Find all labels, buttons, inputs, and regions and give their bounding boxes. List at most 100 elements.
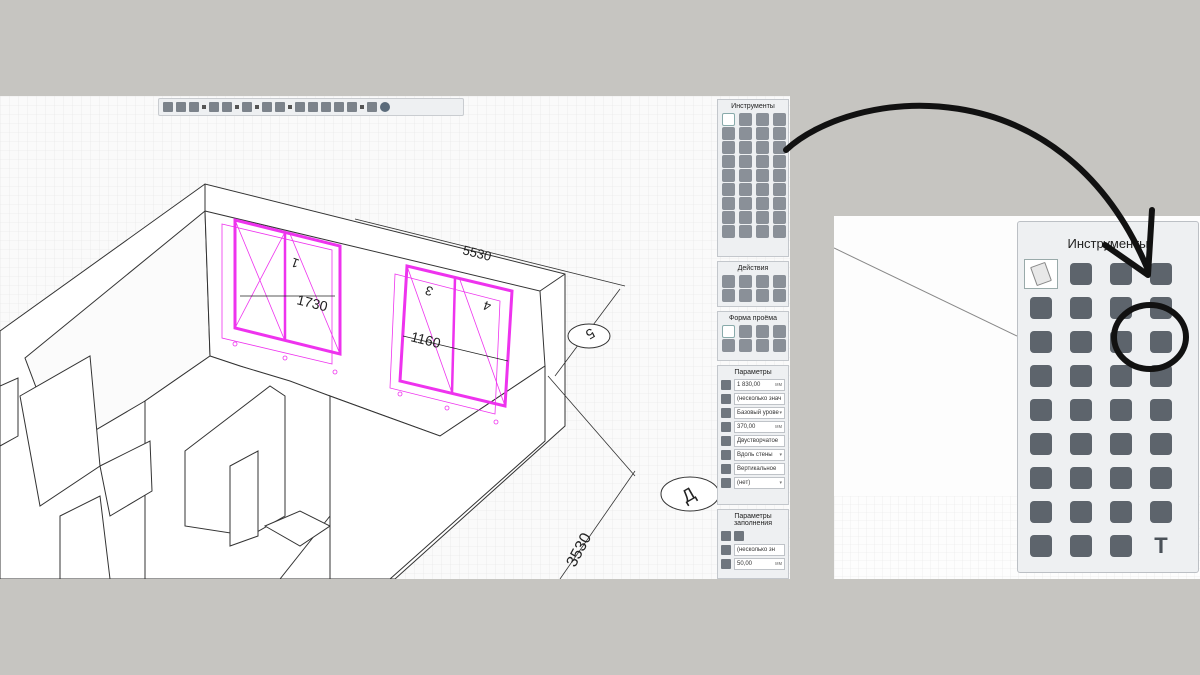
select-tool-icon[interactable]	[722, 113, 735, 126]
select-tool-icon[interactable]	[1024, 259, 1058, 289]
shape-icon[interactable]	[722, 339, 735, 352]
shape-icon[interactable]	[739, 339, 752, 352]
tool-icon[interactable]	[756, 155, 769, 168]
3d-view-icon[interactable]	[347, 102, 357, 112]
tool-icon[interactable]	[1024, 361, 1058, 391]
tool-icon[interactable]	[1024, 293, 1058, 323]
save-icon[interactable]	[222, 102, 232, 112]
tool-icon[interactable]	[1064, 361, 1098, 391]
print-icon[interactable]	[262, 102, 272, 112]
tool-icon[interactable]	[1064, 497, 1098, 527]
base-level-select[interactable]: Базовый урове ▾	[734, 406, 785, 419]
tool-icon[interactable]	[722, 169, 735, 182]
tool-icon[interactable]	[756, 225, 769, 238]
action-icon[interactable]	[773, 275, 786, 288]
axis-bubble-d[interactable]: Д	[660, 476, 720, 512]
tool-icon[interactable]	[1104, 429, 1138, 459]
tool-icon[interactable]	[756, 183, 769, 196]
tool-icon[interactable]	[1104, 293, 1138, 323]
tool-icon[interactable]	[722, 183, 735, 196]
tool-icon[interactable]	[1064, 293, 1098, 323]
paste-icon[interactable]	[321, 102, 331, 112]
tool-icon[interactable]	[1104, 327, 1138, 357]
tool-icon[interactable]	[1024, 497, 1058, 527]
offset-field[interactable]: 370,00 мм	[734, 420, 785, 433]
redo-icon[interactable]	[176, 102, 186, 112]
shape-icon[interactable]	[773, 325, 786, 338]
thickness-field[interactable]: 50,00 мм	[734, 557, 785, 570]
type-select[interactable]: Двустворчатое	[734, 434, 785, 447]
tool-icon[interactable]	[773, 127, 786, 140]
tool-icon[interactable]	[1064, 531, 1098, 561]
layers-icon[interactable]	[334, 102, 344, 112]
open-folder-icon[interactable]	[209, 102, 219, 112]
tool-icon[interactable]	[1064, 327, 1098, 357]
tool-icon[interactable]	[722, 141, 735, 154]
dropdown-arrow-icon[interactable]	[288, 105, 292, 109]
tool-icon[interactable]	[722, 155, 735, 168]
tool-icon[interactable]	[1104, 361, 1138, 391]
copy-icon[interactable]	[308, 102, 318, 112]
tool-icon[interactable]	[756, 113, 769, 126]
fill-name-select[interactable]: (несколько зн	[734, 543, 785, 556]
action-icon[interactable]	[756, 275, 769, 288]
extra-select[interactable]: (нет) ▾	[734, 476, 785, 489]
tool-icon[interactable]	[722, 197, 735, 210]
tool-icon[interactable]	[1024, 429, 1058, 459]
placement-select[interactable]: Вдоль стены ▾	[734, 448, 785, 461]
shape-icon[interactable]	[756, 339, 769, 352]
action-icon[interactable]	[722, 289, 735, 302]
tool-icon[interactable]	[739, 127, 752, 140]
tool-icon[interactable]	[1104, 497, 1138, 527]
export-icon[interactable]	[242, 102, 252, 112]
shape-icon[interactable]	[756, 325, 769, 338]
window-tool-icon[interactable]	[1144, 327, 1178, 357]
dropdown-arrow-icon[interactable]	[235, 105, 239, 109]
circle-shape-icon[interactable]	[773, 339, 786, 352]
tool-icon[interactable]	[773, 155, 786, 168]
tool-icon[interactable]	[1064, 429, 1098, 459]
tool-icon[interactable]	[739, 183, 752, 196]
window-tool-icon[interactable]	[773, 141, 786, 154]
tool-icon[interactable]	[1024, 395, 1058, 425]
tool-icon[interactable]	[756, 197, 769, 210]
cut-icon[interactable]	[295, 102, 305, 112]
action-icon[interactable]	[739, 275, 752, 288]
axis-bubble-5[interactable]: 5	[567, 323, 611, 349]
tool-icon[interactable]	[756, 127, 769, 140]
tool-icon[interactable]	[1064, 463, 1098, 493]
rect-shape-icon[interactable]	[722, 325, 735, 338]
tool-icon[interactable]	[1024, 531, 1058, 561]
dropdown-arrow-icon[interactable]	[255, 105, 259, 109]
action-icon[interactable]	[773, 289, 786, 302]
help-icon[interactable]	[380, 102, 390, 112]
text-tool-icon[interactable]: T	[1144, 531, 1178, 561]
render-icon[interactable]	[275, 102, 285, 112]
tool-icon[interactable]	[1144, 429, 1178, 459]
tool-icon[interactable]	[739, 155, 752, 168]
action-icon[interactable]	[722, 275, 735, 288]
dropdown-arrow-icon[interactable]	[202, 105, 206, 109]
undo-icon[interactable]	[163, 102, 173, 112]
tool-icon[interactable]	[739, 141, 752, 154]
tool-icon[interactable]	[756, 141, 769, 154]
fill-tool-icon[interactable]	[734, 530, 744, 541]
tool-icon[interactable]	[1144, 361, 1178, 391]
tool-icon[interactable]	[1104, 395, 1138, 425]
tool-icon[interactable]	[1144, 463, 1178, 493]
tool-icon[interactable]	[1144, 497, 1178, 527]
tool-icon[interactable]	[773, 211, 786, 224]
tool-icon[interactable]	[1104, 531, 1138, 561]
orientation-select[interactable]: Вертикальное	[734, 462, 785, 475]
tool-icon[interactable]	[739, 211, 752, 224]
tool-icon[interactable]	[773, 169, 786, 182]
tool-icon[interactable]	[1064, 395, 1098, 425]
dropdown-arrow-icon[interactable]	[360, 105, 364, 109]
name-field[interactable]: (несколько знач	[734, 392, 785, 405]
action-icon[interactable]	[756, 289, 769, 302]
action-icon[interactable]	[739, 289, 752, 302]
tool-icon[interactable]	[1104, 463, 1138, 493]
tool-icon[interactable]	[1024, 463, 1058, 493]
tool-icon[interactable]	[739, 113, 752, 126]
tool-icon[interactable]	[1104, 259, 1138, 289]
